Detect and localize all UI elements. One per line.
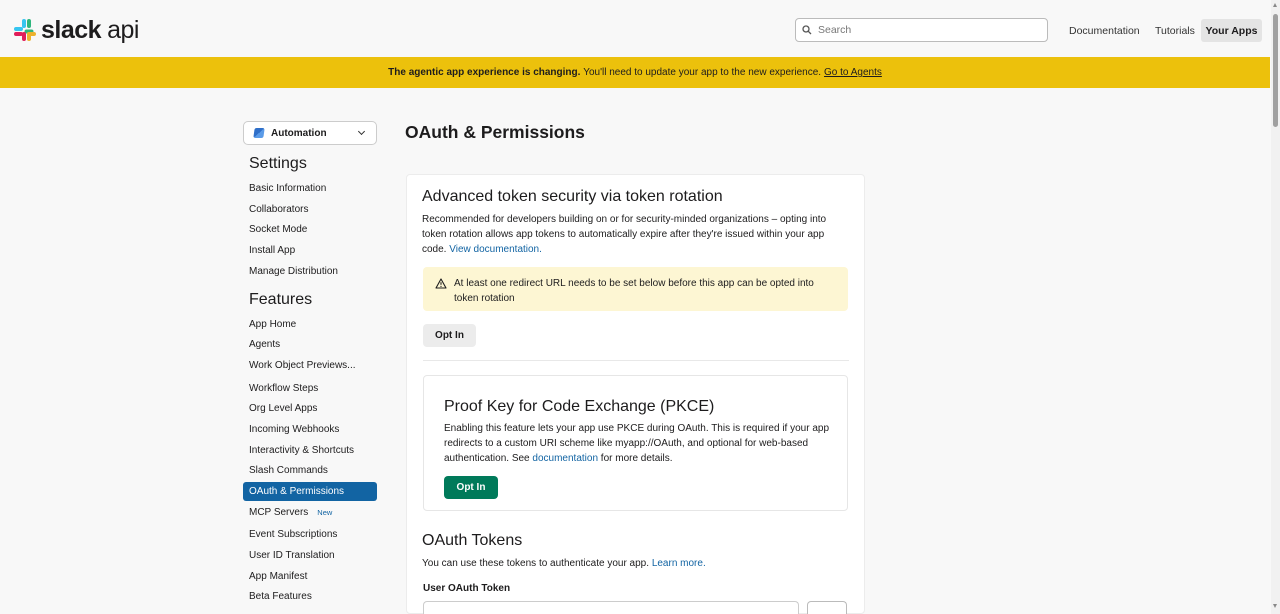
page-scrollbar[interactable]	[1271, 0, 1280, 614]
scroll-up-arrow-icon[interactable]	[1273, 3, 1277, 7]
app-selector[interactable]: Automation	[243, 121, 377, 145]
slack-logo-icon	[14, 19, 36, 41]
sidebar-item-agents[interactable]: Agents	[243, 335, 377, 354]
features-heading: Features	[249, 291, 313, 308]
view-documentation-link[interactable]: View documentation.	[449, 244, 542, 255]
sidebar-item-org-level-apps[interactable]: Org Level Apps	[243, 399, 377, 418]
token-rotation-title: Advanced token security via token rotati…	[422, 188, 723, 205]
banner-text: You'll need to update your app to the ne…	[583, 67, 822, 78]
oauth-tokens-text: You can use these tokens to authenticate…	[422, 558, 706, 569]
sidebar-item-work-object-previews[interactable]: Work Object Previews...	[243, 356, 377, 375]
pkce-line-1: Enabling this feature lets your app use …	[444, 423, 830, 434]
sidebar-item-event-subscriptions[interactable]: Event Subscriptions	[243, 525, 377, 544]
token-rotation-opt-in-button[interactable]: Opt In	[423, 324, 476, 347]
top-header: slackapi Documentation Tutorials Your Ap…	[0, 0, 1272, 57]
learn-more-link[interactable]: Learn more.	[652, 558, 706, 569]
token-rotation-line-2: token rotation allows app tokens to auto…	[422, 229, 825, 240]
nav-documentation[interactable]: Documentation	[1069, 19, 1140, 42]
search-box[interactable]	[795, 18, 1048, 42]
announcement-banner: The agentic app experience is changing. …	[0, 57, 1270, 88]
nav-tutorials[interactable]: Tutorials	[1155, 19, 1195, 42]
chevron-down-icon	[357, 127, 366, 136]
search-icon	[802, 25, 812, 35]
pkce-title: Proof Key for Code Exchange (PKCE)	[444, 398, 715, 415]
sidebar-item-app-home[interactable]: App Home	[243, 315, 377, 334]
token-rotation-line-1: Recommended for developers building on o…	[422, 214, 827, 225]
sidebar-item-mcp-servers[interactable]: MCP Servers New	[243, 503, 377, 522]
sidebar-item-collaborators[interactable]: Collaborators	[243, 200, 377, 219]
sidebar-item-interactivity-shortcuts[interactable]: Interactivity & Shortcuts	[243, 441, 377, 460]
pkce-line-2: redirects to a custom URI scheme like my…	[444, 438, 809, 449]
sidebar-item-manage-distribution[interactable]: Manage Distribution	[243, 262, 377, 281]
section-divider	[423, 360, 849, 361]
pkce-line-3: authentication. See documentation for mo…	[444, 453, 673, 464]
pkce-opt-in-button[interactable]: Opt In	[444, 476, 498, 499]
scroll-down-arrow-icon[interactable]	[1273, 604, 1277, 608]
sidebar-item-install-app[interactable]: Install App	[243, 241, 377, 260]
settings-heading: Settings	[249, 155, 307, 172]
warning-text: At least one redirect URL needs to be se…	[454, 278, 814, 304]
banner-bold-text: The agentic app experience is changing.	[388, 67, 581, 78]
app-icon	[253, 128, 265, 138]
sidebar-item-user-id-translation[interactable]: User ID Translation	[243, 546, 377, 565]
logo-text: slack api	[41, 16, 139, 44]
sidebar-item-beta-features[interactable]: Beta Features	[243, 587, 377, 606]
sidebar-item-oauth-permissions[interactable]: OAuth & Permissions	[243, 482, 377, 501]
scroll-thumb[interactable]	[1273, 14, 1278, 127]
slack-api-logo[interactable]: slack api	[13, 17, 139, 43]
oauth-tokens-title: OAuth Tokens	[422, 532, 523, 549]
sidebar-item-basic-information[interactable]: Basic Information	[243, 179, 377, 198]
page-title: OAuth & Permissions	[405, 122, 585, 142]
sidebar-item-label: MCP Servers	[249, 507, 309, 518]
app-name: Automation	[271, 127, 327, 139]
sidebar-item-socket-mode[interactable]: Socket Mode	[243, 220, 377, 239]
user-oauth-token-field[interactable]	[423, 601, 799, 614]
sidebar-item-workflow-steps[interactable]: Workflow Steps	[243, 379, 377, 398]
pkce-documentation-link[interactable]: documentation	[532, 453, 598, 464]
sidebar-item-app-manifest[interactable]: App Manifest	[243, 567, 377, 586]
nav-your-apps[interactable]: Your Apps	[1201, 19, 1262, 42]
redirect-url-warning: At least one redirect URL needs to be se…	[423, 267, 848, 311]
new-badge: New	[317, 508, 333, 517]
sidebar-item-slash-commands[interactable]: Slash Commands	[243, 461, 377, 480]
search-input[interactable]	[818, 24, 1038, 36]
copy-token-button[interactable]	[807, 601, 847, 614]
warning-icon	[435, 278, 447, 289]
user-oauth-token-label: User OAuth Token	[423, 583, 511, 594]
go-to-agents-link[interactable]: Go to Agents	[824, 67, 882, 78]
token-rotation-line-3: code. View documentation.	[422, 244, 542, 255]
sidebar-item-incoming-webhooks[interactable]: Incoming Webhooks	[243, 420, 377, 439]
